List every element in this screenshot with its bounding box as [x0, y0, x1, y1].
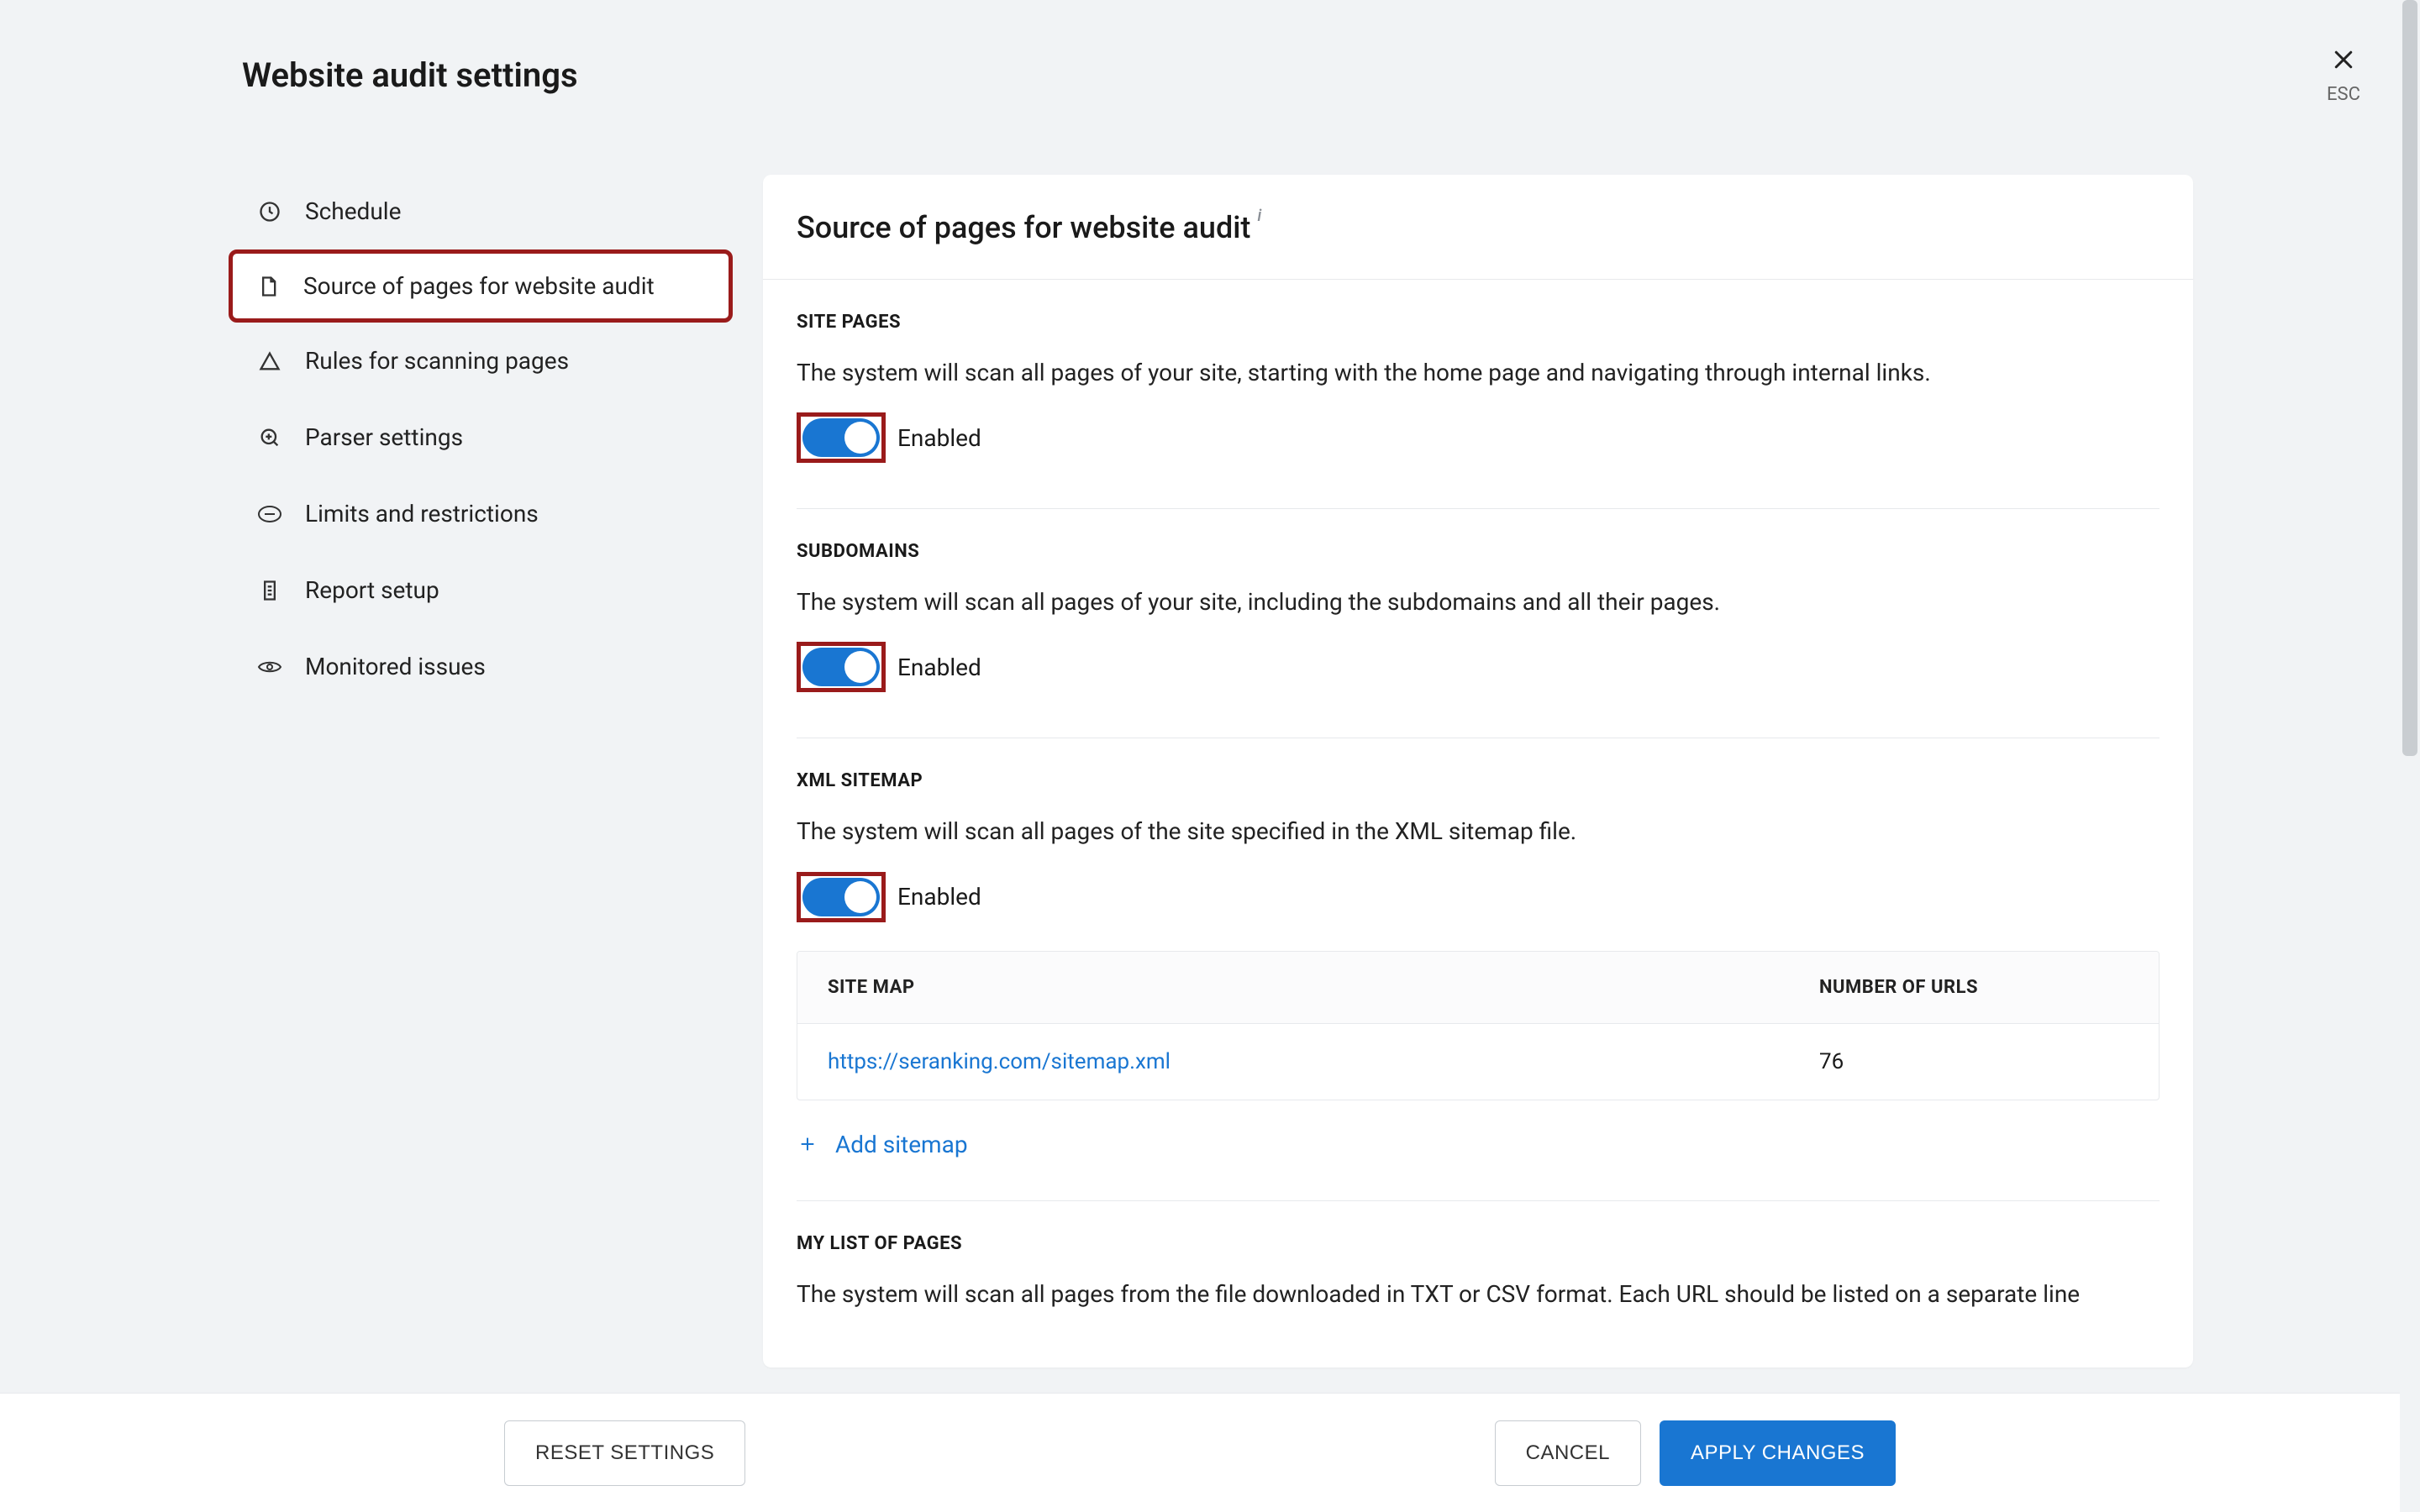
dash-circle-icon [256, 501, 283, 528]
panel-title: Source of pages for website audit [797, 210, 1250, 245]
table-header-urls: NUMBER OF URLS [1789, 952, 2159, 1023]
settings-footer: RESET SETTINGS CANCEL APPLY CHANGES [0, 1393, 2400, 1512]
sidebar-item-monitored-issues[interactable]: Monitored issues [229, 628, 733, 705]
search-plus-icon [256, 424, 283, 451]
plus-icon [797, 1133, 818, 1155]
eye-icon [256, 654, 283, 680]
sitemap-url-count: 76 [1789, 1024, 2159, 1100]
sidebar-item-source-of-pages[interactable]: Source of pages for website audit [229, 249, 733, 323]
add-sitemap-label: Add sitemap [835, 1131, 968, 1158]
section-heading-my-list: MY LIST OF PAGES [797, 1233, 2160, 1254]
apply-changes-button[interactable]: APPLY CHANGES [1660, 1420, 1896, 1486]
warning-triangle-icon [256, 348, 283, 375]
section-desc: The system will scan all pages from the … [797, 1278, 2160, 1310]
vertical-scrollbar[interactable] [2400, 0, 2420, 1512]
toggle-label: Enabled [897, 883, 981, 911]
info-icon[interactable]: i [1257, 205, 1261, 225]
page-title: Website audit settings [242, 55, 578, 95]
add-sitemap-button[interactable]: Add sitemap [763, 1105, 2193, 1184]
sitemap-url-link[interactable]: https://seranking.com/sitemap.xml [797, 1024, 1789, 1100]
table-row: https://seranking.com/sitemap.xml 76 [797, 1023, 2159, 1100]
sidebar-item-limits-restrictions[interactable]: Limits and restrictions [229, 475, 733, 552]
close-button[interactable] [2324, 40, 2363, 79]
close-esc-label: ESC [2324, 84, 2363, 105]
table-header-sitemap: SITE MAP [797, 952, 1789, 1023]
section-heading-site-pages: SITE PAGES [797, 312, 2160, 333]
section-desc: The system will scan all pages of your s… [797, 356, 2160, 389]
sidebar-item-parser-settings[interactable]: Parser settings [229, 399, 733, 475]
clock-icon [256, 198, 283, 225]
sidebar-item-label: Monitored issues [305, 653, 486, 680]
sidebar-item-report-setup[interactable]: Report setup [229, 552, 733, 628]
sidebar-item-rules-scanning[interactable]: Rules for scanning pages [229, 323, 733, 399]
sidebar-item-label: Parser settings [305, 423, 463, 451]
scrollbar-thumb[interactable] [2402, 0, 2417, 756]
section-heading-subdomains: SUBDOMAINS [797, 541, 2160, 562]
toggle-label: Enabled [897, 424, 981, 452]
report-icon [256, 577, 283, 604]
sidebar-item-schedule[interactable]: Schedule [229, 173, 733, 249]
sitemap-table: SITE MAP NUMBER OF URLS https://serankin… [797, 951, 2160, 1100]
section-heading-xml-sitemap: XML SITEMAP [797, 770, 2160, 791]
section-desc: The system will scan all pages of your s… [797, 585, 2160, 618]
section-desc: The system will scan all pages of the si… [797, 815, 2160, 848]
settings-panel: Source of pages for website audit i SITE… [763, 175, 2193, 1368]
sidebar-item-label: Rules for scanning pages [305, 347, 569, 375]
settings-sidebar: Schedule Source of pages for website aud… [229, 173, 733, 705]
document-icon [255, 273, 281, 300]
sidebar-item-label: Schedule [305, 197, 401, 225]
sidebar-item-label: Report setup [305, 576, 439, 604]
sidebar-item-label: Source of pages for website audit [303, 272, 655, 300]
reset-settings-button[interactable]: RESET SETTINGS [504, 1420, 745, 1486]
toggle-subdomains[interactable] [802, 648, 880, 686]
toggle-site-pages[interactable] [802, 418, 880, 457]
toggle-label: Enabled [897, 654, 981, 681]
toggle-xml-sitemap[interactable] [802, 878, 880, 916]
cancel-button[interactable]: CANCEL [1495, 1420, 1641, 1486]
sidebar-item-label: Limits and restrictions [305, 500, 539, 528]
